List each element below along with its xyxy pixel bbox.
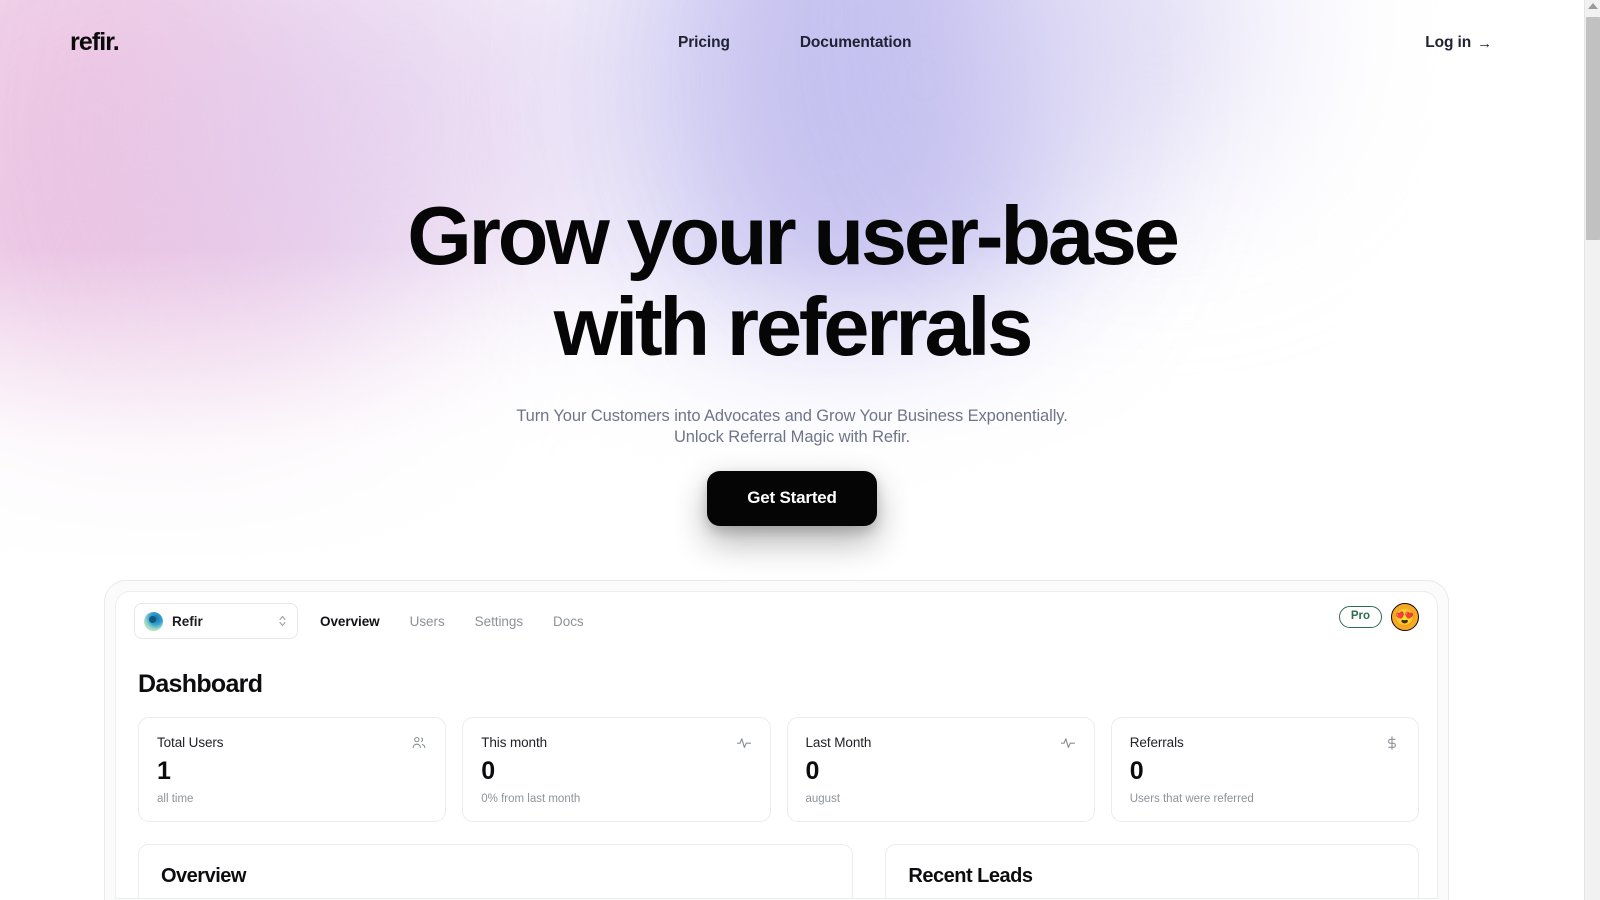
dashboard-topbar: Refir Overview Users Settings Docs Pro 😍 [116, 592, 1437, 650]
subtitle-line-2: Unlock Referral Magic with Refir. [673, 428, 911, 446]
stat-label: This month [481, 735, 548, 750]
recent-leads-panel: Recent Leads [885, 844, 1419, 898]
overview-panel: Overview [138, 844, 854, 898]
dashboard-body: Dashboard Total Users 1 all time This mo… [116, 650, 1437, 898]
dashboard-tabs: Overview Users Settings Docs [320, 614, 584, 629]
workspace-switcher[interactable]: Refir [134, 603, 298, 639]
overview-panel-title: Overview [161, 865, 246, 887]
stat-card-header: Total Users [157, 735, 427, 751]
get-started-button[interactable]: Get Started [707, 471, 877, 526]
vertical-scrollbar[interactable] [1584, 0, 1600, 900]
stat-subtext: 0% from last month [481, 793, 581, 805]
nav-link-pricing[interactable]: Pricing [678, 34, 730, 52]
tab-settings[interactable]: Settings [475, 614, 523, 629]
stat-subtext: Users that were referred [1129, 793, 1254, 805]
top-navigation-bar: refir. Pricing Documentation Log in → [0, 0, 1584, 88]
stat-card-header: Referrals [1130, 735, 1400, 751]
workspace-name: Refir [172, 613, 203, 629]
users-icon [412, 736, 426, 749]
subtitle-line-1: Turn Your Customers into Advocates and G… [516, 407, 1068, 425]
dashboard-title: Dashboard [138, 670, 263, 698]
dashboard-preview-frame: Refir Overview Users Settings Docs Pro 😍 [104, 580, 1449, 900]
nav-links: Pricing Documentation [678, 34, 911, 52]
hero-section: Grow your user-base with referrals Turn … [0, 190, 1584, 448]
stat-label: Total Users [157, 735, 224, 750]
page-root: refir. Pricing Documentation Log in → Gr… [0, 0, 1600, 900]
nav-link-documentation[interactable]: Documentation [800, 34, 912, 52]
scrollbar-thumb[interactable] [1586, 17, 1600, 240]
avatar[interactable]: 😍 [1391, 603, 1419, 631]
stat-value: 0 [1129, 757, 1144, 785]
login-label: Log in [1425, 34, 1472, 51]
login-link[interactable]: Log in → [1425, 34, 1492, 52]
dashboard-topbar-right: Pro 😍 [1338, 603, 1419, 631]
scroll-up-arrow-icon[interactable] [1588, 3, 1598, 9]
stat-subtext: august [805, 793, 841, 805]
activity-icon [1060, 738, 1075, 748]
arrow-right-icon: → [1477, 34, 1492, 52]
stat-card-header: Last Month [806, 735, 1076, 751]
dashboard-panel-row: Overview Recent Leads [138, 844, 1419, 898]
tab-overview[interactable]: Overview [320, 614, 380, 629]
plan-badge-pro[interactable]: Pro [1338, 605, 1382, 629]
activity-icon [736, 738, 751, 748]
stat-card-total-users: Total Users 1 all time [138, 717, 447, 822]
page-title: Grow your user-base with referrals [0, 190, 1584, 372]
stat-card-last-month: Last Month 0 august [786, 717, 1095, 822]
dashboard-preview-panel: Refir Overview Users Settings Docs Pro 😍 [115, 591, 1438, 899]
stat-subtext: all time [157, 793, 194, 805]
stat-card-this-month: This month 0 0% from last month [462, 717, 771, 822]
stat-value: 0 [481, 757, 495, 785]
brand-logo[interactable]: refir. [70, 28, 120, 57]
hero-subtitle: Turn Your Customers into Advocates and G… [0, 406, 1584, 448]
stat-value: 0 [805, 757, 820, 785]
cta-container: Get Started [0, 471, 1584, 526]
headline-line-1: Grow your user-base [407, 189, 1180, 282]
stat-value: 1 [157, 757, 171, 785]
chevron-up-down-icon [279, 615, 286, 627]
stat-card-referrals: Referrals 0 Users that were referred [1110, 717, 1419, 822]
headline-line-2: with referrals [553, 280, 1034, 373]
tab-users[interactable]: Users [410, 614, 445, 629]
recent-leads-panel-title: Recent Leads [908, 865, 1033, 887]
stat-label: Last Month [805, 735, 872, 750]
dollar-icon [1388, 736, 1396, 750]
tab-docs[interactable]: Docs [553, 614, 584, 629]
stat-card-header: This month [481, 735, 751, 751]
stat-label: Referrals [1129, 735, 1184, 750]
workspace-avatar-icon [144, 611, 163, 631]
stat-card-row: Total Users 1 all time This month 0 0% f… [138, 717, 1419, 822]
